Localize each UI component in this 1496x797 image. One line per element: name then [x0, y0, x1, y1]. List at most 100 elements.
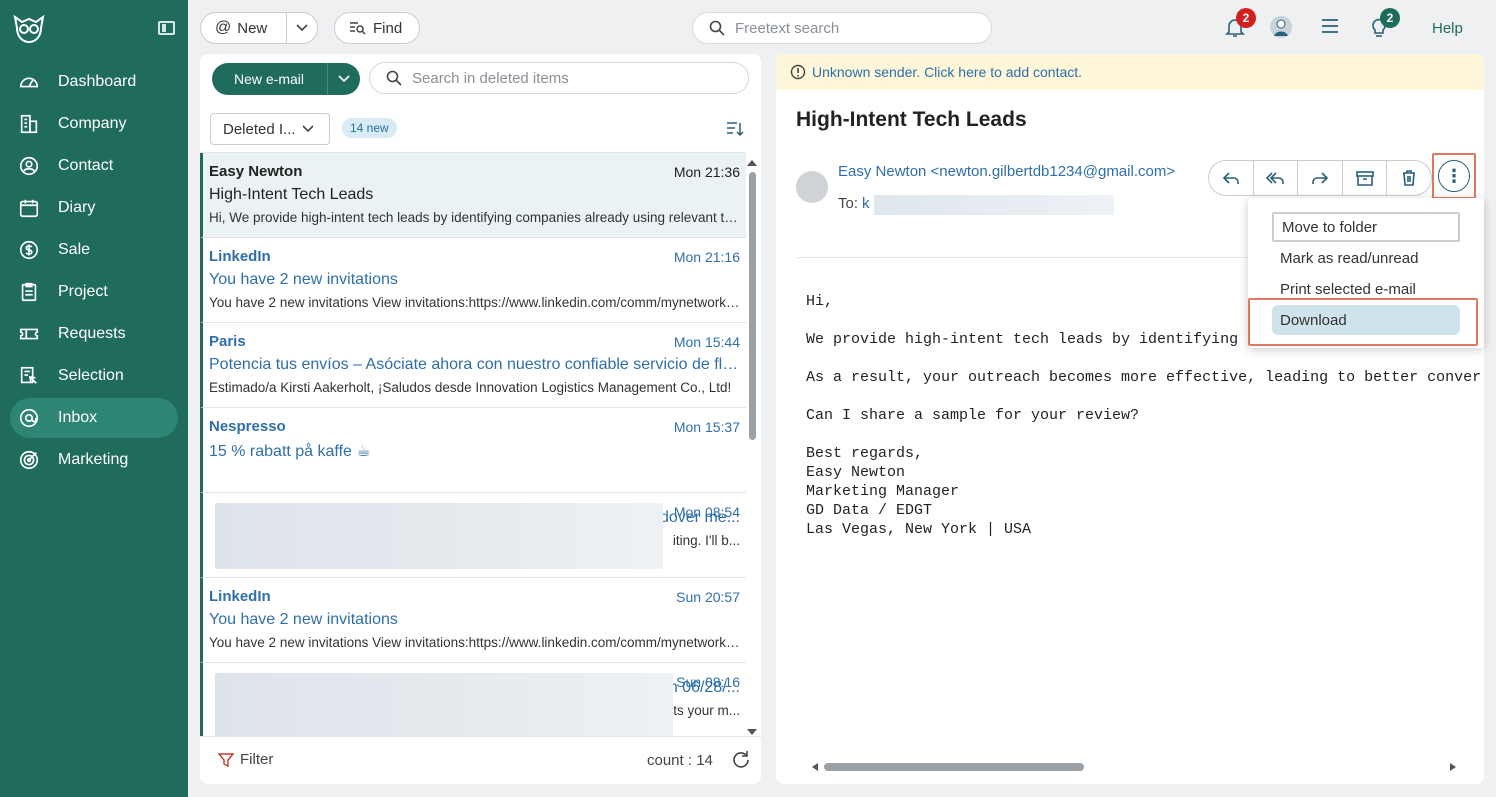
- search-icon: [386, 70, 402, 86]
- menu-item-move-to-folder[interactable]: Move to folder: [1272, 212, 1460, 242]
- scrollbar-thumb[interactable]: [824, 763, 1084, 771]
- unknown-sender-banner[interactable]: Unknown sender. Click here to add contac…: [776, 54, 1484, 90]
- scroll-up-icon[interactable]: [747, 160, 757, 166]
- mail-preview: You have 2 new invitations View invitati…: [209, 635, 740, 650]
- sidebar-item-selection[interactable]: Selection: [10, 356, 178, 396]
- scrollbar-thumb[interactable]: [749, 172, 756, 440]
- scroll-left-icon[interactable]: [812, 763, 818, 771]
- archive-button[interactable]: [1343, 161, 1388, 195]
- trash-icon: [1403, 170, 1416, 186]
- reply-all-button[interactable]: [1254, 161, 1299, 195]
- mail-actions: [1208, 160, 1432, 196]
- more-vertical-icon: ⋮: [1438, 160, 1470, 192]
- sidebar-item-marketing[interactable]: Marketing: [10, 440, 178, 480]
- list-item[interactable]: Mon 08:54 dover me... iting. I'll b...: [200, 493, 746, 578]
- new-button-label: New: [237, 19, 268, 37]
- list-item[interactable]: LinkedIn Mon 21:16 You have 2 new invita…: [200, 238, 746, 323]
- mail-count: count : 14: [647, 752, 713, 769]
- reply-icon: [1222, 172, 1239, 184]
- sidebar-item-project[interactable]: Project: [10, 272, 178, 312]
- list-item[interactable]: Sun 08:16 n 06/28/... ts your m...: [200, 663, 746, 736]
- forward-button[interactable]: [1298, 161, 1343, 195]
- new-button[interactable]: @ New: [200, 12, 318, 44]
- menu-icon[interactable]: [1320, 16, 1342, 38]
- reading-pane: Unknown sender. Click here to add contac…: [776, 54, 1484, 784]
- mail-preview: Hi, We provide high-intent tech leads by…: [209, 210, 740, 225]
- sidebar-collapse-icon[interactable]: [158, 21, 175, 35]
- mail-time: Sun 20:57: [676, 589, 740, 605]
- mail-subject: 15 % rabatt på kaffe ☕: [209, 443, 371, 460]
- deleted-items-search-input[interactable]: Search in deleted items: [369, 62, 749, 94]
- filter-icon: [218, 752, 234, 767]
- help-link[interactable]: Help: [1432, 20, 1463, 37]
- sidebar-item-inbox[interactable]: Inbox: [10, 398, 178, 438]
- sidebar-item-label: Sale: [58, 241, 91, 258]
- mail-list: Easy Newton Mon 21:36 High-Intent Tech L…: [200, 152, 746, 736]
- list-item[interactable]: Easy Newton Mon 21:36 High-Intent Tech L…: [200, 153, 746, 238]
- tips-badge: 2: [1380, 8, 1400, 28]
- folder-select[interactable]: Deleted I...: [210, 113, 330, 145]
- to-label: To:: [838, 195, 859, 212]
- mail-subject: High-Intent Tech Leads: [209, 186, 374, 203]
- diary-icon: [18, 197, 40, 219]
- sidebar-item-label: Dashboard: [58, 73, 137, 90]
- mail-time: Mon 15:37: [673, 419, 740, 435]
- to-value[interactable]: k: [862, 195, 870, 215]
- list-item[interactable]: Paris Mon 15:44 Potencia tus envíos – As…: [200, 323, 746, 408]
- dashboard-icon: [18, 71, 40, 93]
- project-icon: [18, 281, 40, 303]
- sidebar-item-label: Project: [58, 283, 108, 300]
- delete-button[interactable]: [1387, 161, 1431, 195]
- filter-button[interactable]: Filter: [218, 751, 273, 768]
- sidebar-item-sale[interactable]: Sale: [10, 230, 178, 270]
- mail-list-scrollbar[interactable]: [746, 160, 758, 735]
- filter-label: Filter: [240, 751, 274, 768]
- new-email-button[interactable]: New e-mail: [212, 63, 360, 95]
- reply-button[interactable]: [1209, 161, 1254, 195]
- sort-icon[interactable]: [726, 120, 744, 138]
- archive-icon: [1355, 171, 1374, 186]
- lightbulb-icon[interactable]: 2: [1368, 8, 1400, 38]
- owl-logo-icon[interactable]: [12, 14, 46, 44]
- redacted-block: [215, 673, 673, 736]
- sidebar-item-requests[interactable]: Requests: [10, 314, 178, 354]
- download-highlight-frame: [1248, 298, 1478, 346]
- redacted-block: [873, 195, 1114, 215]
- sidebar-item-label: Company: [58, 115, 127, 132]
- chevron-down-icon[interactable]: [328, 75, 360, 83]
- main-nav: Dashboard Company Contact Diary Sale Pro…: [10, 62, 178, 482]
- menu-item-mark-read-unread[interactable]: Mark as read/unread: [1272, 243, 1460, 273]
- freetext-search-input[interactable]: Freetext search: [692, 12, 992, 44]
- contact-icon: [18, 155, 40, 177]
- sidebar-item-dashboard[interactable]: Dashboard: [10, 62, 178, 102]
- sidebar-item-label: Contact: [58, 157, 114, 174]
- scroll-down-icon[interactable]: [747, 729, 757, 735]
- notifications-badge: 2: [1236, 8, 1256, 28]
- search-icon: [709, 20, 725, 36]
- sidebar-item-company[interactable]: Company: [10, 104, 178, 144]
- from-line[interactable]: Easy Newton <newton.gilbertdb1234@gmail.…: [838, 163, 1175, 180]
- chevron-down-icon[interactable]: [287, 24, 317, 32]
- mail-preview: Estimado/a Kirsti Aakerholt, ¡Saludos de…: [209, 380, 732, 395]
- mail-subject: You have 2 new invitations: [209, 611, 398, 628]
- sidebar-item-contact[interactable]: Contact: [10, 146, 178, 186]
- sender-avatar: [796, 171, 828, 203]
- refresh-icon[interactable]: [730, 749, 752, 771]
- find-button[interactable]: Find: [334, 12, 420, 44]
- mail-sender: LinkedIn: [209, 588, 271, 605]
- avatar[interactable]: [1270, 16, 1292, 38]
- chevron-down-icon: [301, 125, 314, 133]
- scroll-right-icon[interactable]: [1450, 763, 1456, 771]
- sidebar-item-diary[interactable]: Diary: [10, 188, 178, 228]
- company-icon: [18, 113, 40, 135]
- mail-sender: Nespresso: [209, 418, 286, 435]
- forward-icon: [1312, 172, 1329, 184]
- list-item[interactable]: Nespresso Mon 15:37 15 % rabatt på kaffe…: [200, 408, 746, 493]
- sidebar-item-label: Diary: [58, 199, 96, 216]
- list-item[interactable]: LinkedIn Sun 20:57 You have 2 new invita…: [200, 578, 746, 663]
- more-options-button[interactable]: ⋮: [1432, 153, 1476, 199]
- notifications-bell-icon[interactable]: 2: [1224, 8, 1256, 38]
- mail-body-hscrollbar[interactable]: [812, 760, 1456, 774]
- inbox-icon: [18, 407, 40, 429]
- marketing-icon: [18, 449, 40, 471]
